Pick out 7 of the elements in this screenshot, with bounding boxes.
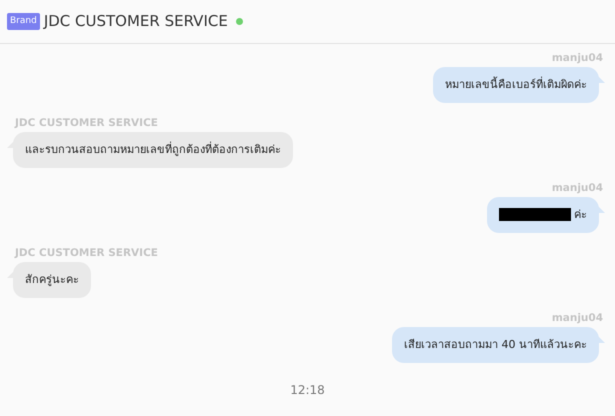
- redaction-block: [499, 208, 571, 222]
- bubble-tail: [597, 205, 605, 213]
- bubble-tail: [597, 75, 605, 83]
- bubble-tail: [597, 335, 605, 343]
- chat-title: JDC CUSTOMER SERVICE: [44, 11, 228, 32]
- brand-badge: Brand: [7, 12, 40, 30]
- timestamp: 12:18: [290, 383, 325, 397]
